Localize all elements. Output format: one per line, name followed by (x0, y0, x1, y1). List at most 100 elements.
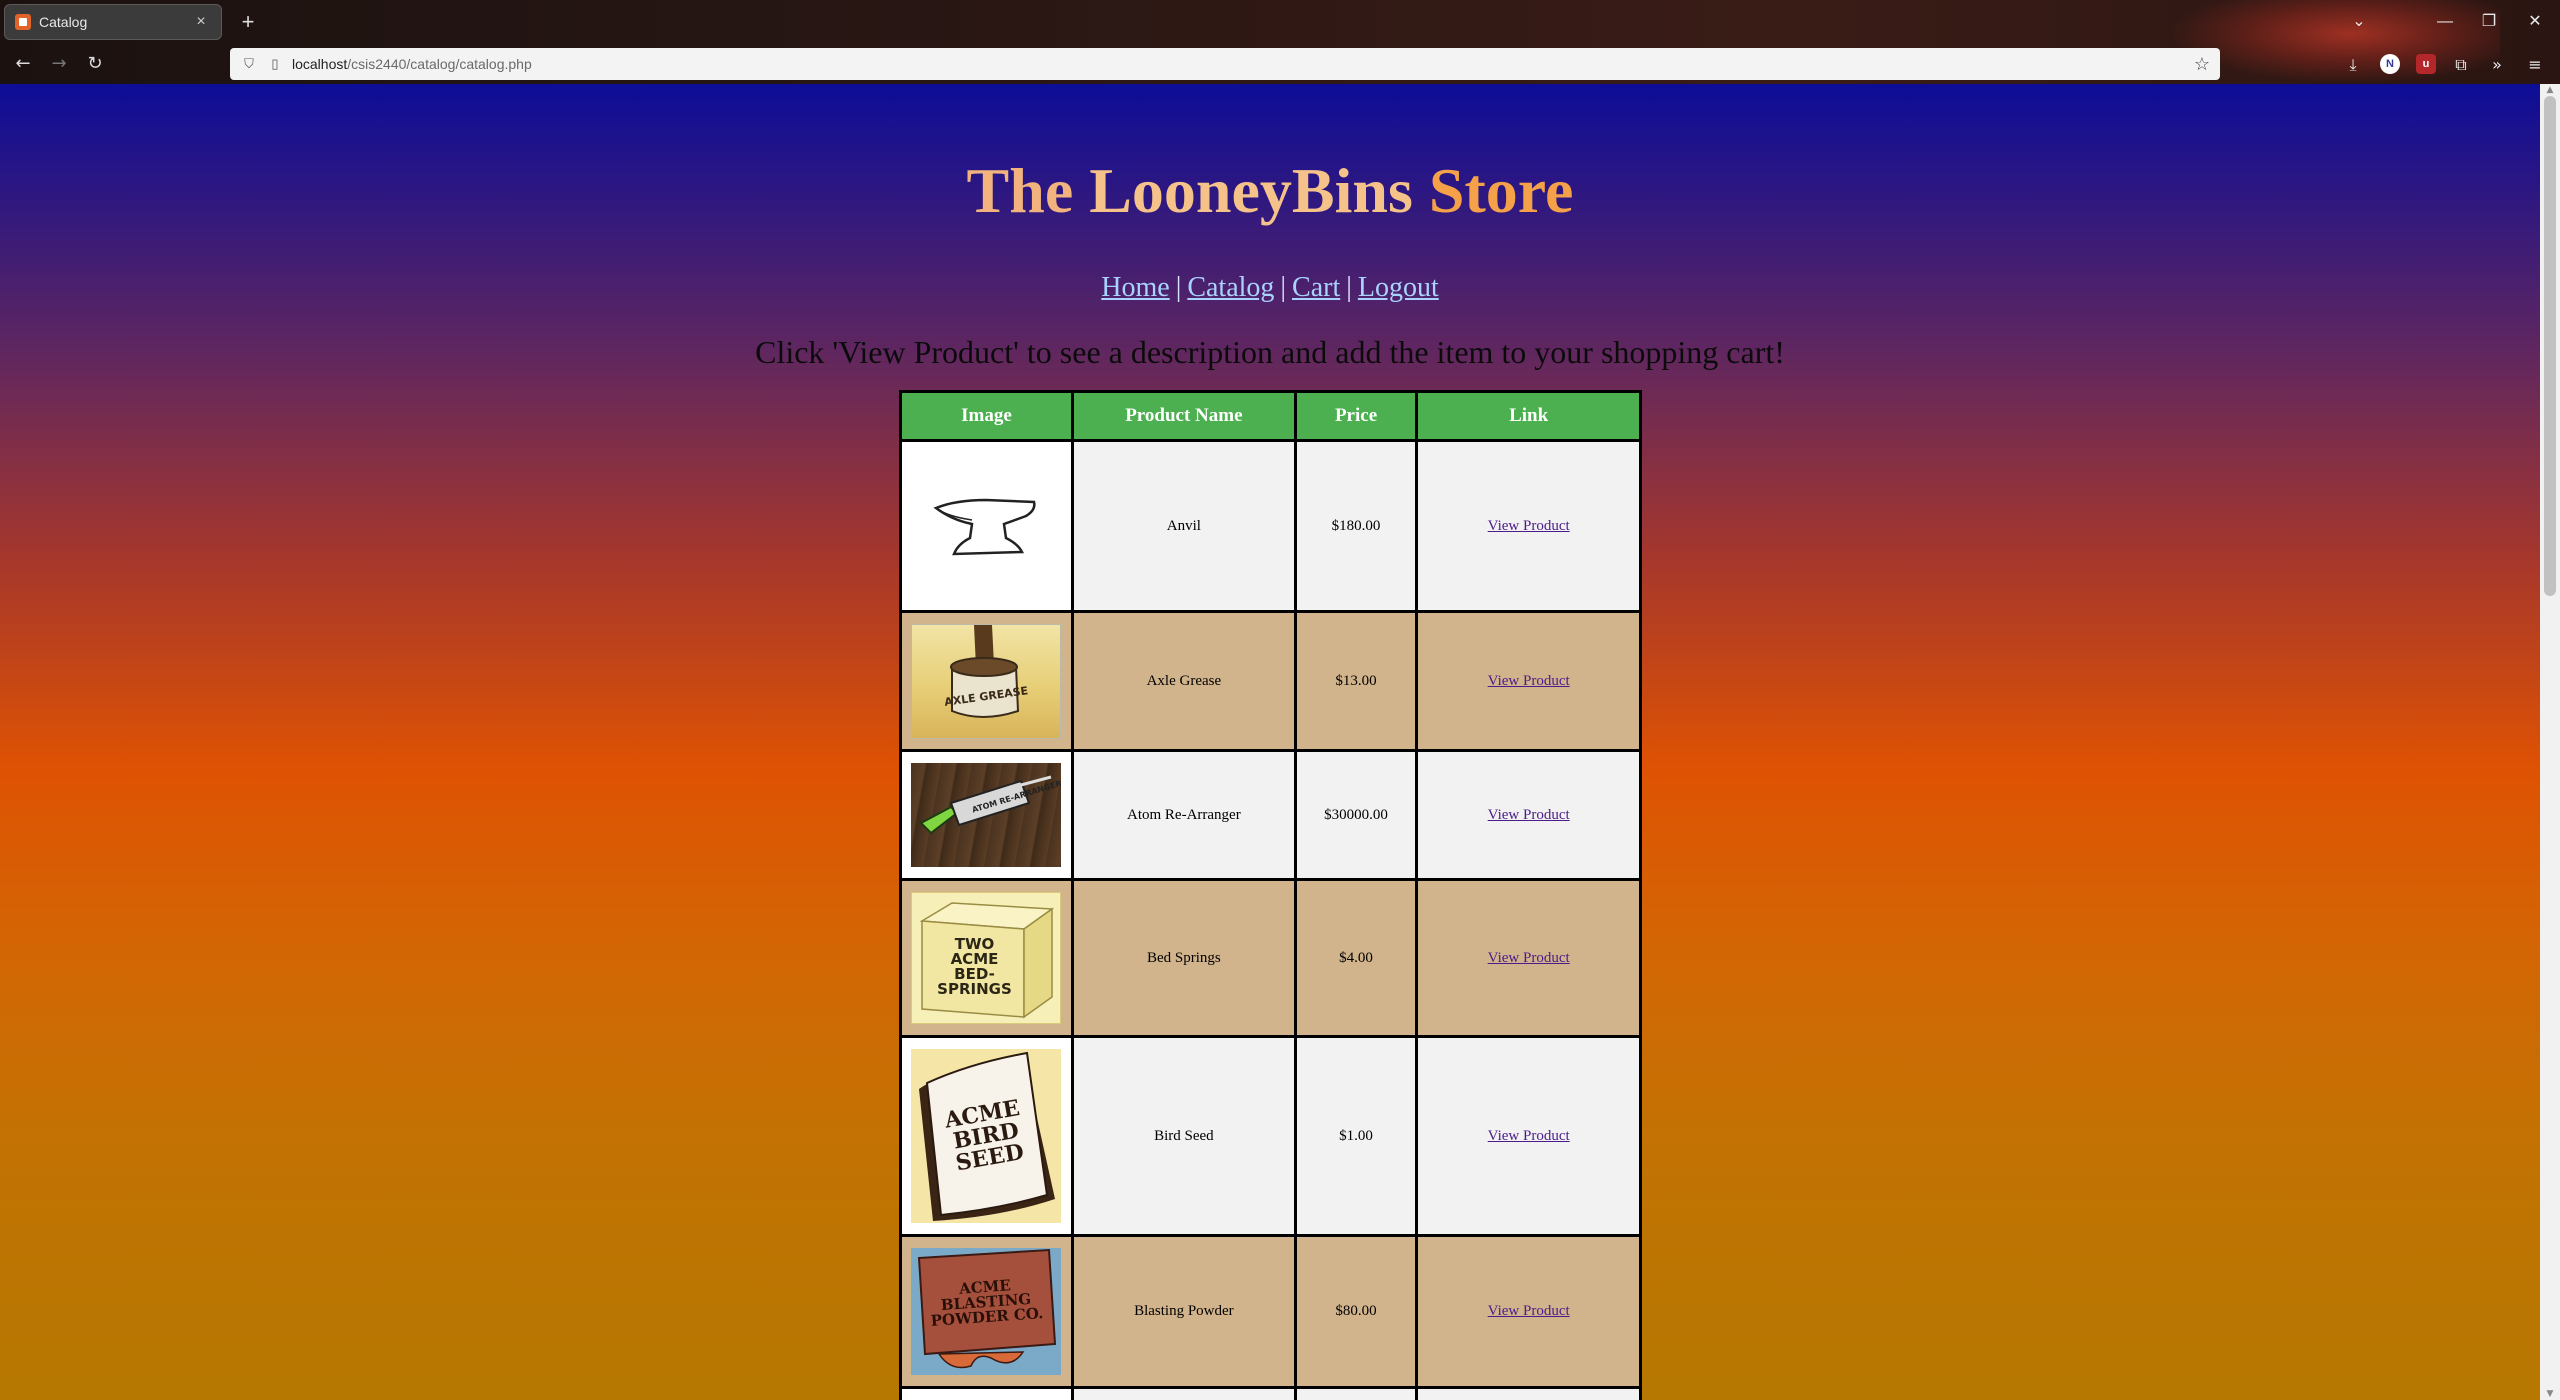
product-price: $30000.00 (1293, 749, 1419, 881)
new-tab-button[interactable]: + (234, 8, 262, 36)
header-image: Image (899, 390, 1074, 442)
atom-rearranger-image: ATOM RE-ARRANGER (911, 763, 1062, 867)
product-name: Anvil (1070, 439, 1297, 613)
scroll-up-arrow-icon[interactable]: ▲ (2540, 84, 2560, 96)
view-product-cell: View Product (1415, 878, 1642, 1038)
scroll-down-arrow-icon[interactable]: ▼ (2540, 1388, 2560, 1400)
view-product-link[interactable]: View Product (1488, 1128, 1570, 1144)
list-tabs-button[interactable]: ⌄ (2344, 8, 2374, 36)
product-price: $4.00 (1293, 878, 1419, 1038)
table-header-row: Image Product Name Price Link (899, 390, 1642, 442)
blasting-powder-label: ACME BLASTING POWDER CO. (930, 1276, 1045, 1330)
forward-arrow-icon[interactable]: → (44, 50, 74, 78)
tab-strip: Catalog × + ⌄ — ❐ ✕ (0, 0, 2560, 44)
restore-button[interactable]: ❐ (2474, 8, 2504, 36)
page-viewport: The LooneyBins Store Home | Catalog | Cart | L… (0, 84, 2540, 1400)
view-product-cell: View Product (1415, 1234, 1642, 1389)
table-row: AXLE GREASE Axle Grease $13.00 View Prod… (899, 610, 1642, 752)
anvil-icon (911, 451, 1062, 601)
close-tab-icon[interactable]: × (191, 13, 211, 31)
table-row: ACME BIRD SEED Bird Seed $1.00 View Prod… (899, 1035, 1642, 1237)
shield-icon[interactable]: ⛉ (240, 56, 258, 72)
product-image-cell: ACME BLASTING POWDER CO. (899, 1234, 1074, 1389)
header-product-name: Product Name (1070, 390, 1297, 442)
nav-separator: | (1280, 272, 1287, 303)
bookmark-star-icon[interactable]: ☆ (2194, 54, 2210, 75)
product-name: Bird Seed (1070, 1035, 1297, 1237)
tab-title: Catalog (39, 14, 88, 30)
product-image-cell (899, 1386, 1074, 1400)
extension-n-icon[interactable]: N (2380, 54, 2400, 74)
nav-separator: | (1175, 272, 1182, 303)
axle-grease-image: AXLE GREASE (911, 623, 1062, 739)
reload-icon[interactable]: ↻ (80, 50, 110, 78)
product-image-cell: AXLE GREASE (899, 610, 1074, 752)
view-product-link[interactable]: View Product (1488, 518, 1570, 534)
view-product-cell: View Product (1415, 749, 1642, 881)
site-nav: Home | Catalog | Cart | Logout (0, 272, 2540, 304)
view-product-link[interactable]: View Product (1488, 1303, 1570, 1319)
view-product-cell: View Product (1415, 610, 1642, 752)
nav-link-home[interactable]: Home (1101, 272, 1169, 303)
product-image-cell (899, 439, 1074, 613)
extensions-puzzle-icon[interactable]: ⧉ (2448, 52, 2474, 78)
product-name: Atom Re-Arranger (1070, 749, 1297, 881)
catalog-instructions: Click 'View Product' to see a descriptio… (755, 334, 1785, 370)
view-product-link[interactable]: View Product (1488, 673, 1570, 689)
title-word-store: Store (1428, 155, 1574, 226)
product-price (1293, 1386, 1419, 1400)
product-price: $1.00 (1293, 1035, 1419, 1237)
menu-hamburger-icon[interactable]: ≡ (2522, 52, 2548, 78)
ublock-icon[interactable]: u (2416, 54, 2436, 74)
product-name (1070, 1386, 1297, 1400)
address-bar[interactable]: ⛉ ▯ localhost/csis2440/catalog/catalog.p… (230, 48, 2220, 80)
title-word-the: The (966, 155, 1074, 226)
table-row (899, 1386, 1642, 1400)
product-image-cell: TWO ACME BED-SPRINGS (899, 878, 1074, 1038)
minimize-button[interactable]: — (2430, 8, 2460, 36)
view-product-cell: View Product (1415, 1035, 1642, 1237)
bird-seed-image: ACME BIRD SEED (911, 1049, 1062, 1223)
download-icon[interactable]: ⤓ (2340, 52, 2366, 78)
tab-catalog[interactable]: Catalog × (4, 4, 222, 40)
product-image-cell: ATOM RE-ARRANGER (899, 749, 1074, 881)
nav-link-catalog[interactable]: Catalog (1187, 272, 1274, 303)
blasting-powder-image: ACME BLASTING POWDER CO. (911, 1248, 1062, 1375)
catalog-table: Image Product Name Price Link Anvil $180… (899, 390, 1642, 1400)
browser-chrome: Catalog × + ⌄ — ❐ ✕ ← → ↻ ⛉ ▯ localhost /… (0, 0, 2560, 84)
product-name: Bed Springs (1070, 878, 1297, 1038)
product-image-cell: ACME BIRD SEED (899, 1035, 1074, 1237)
product-price: $180.00 (1293, 439, 1419, 613)
site-title: The LooneyBins Store (0, 154, 2540, 228)
nav-link-logout[interactable]: Logout (1358, 272, 1439, 303)
url-path: /csis2440/catalog/catalog.php (347, 56, 532, 72)
view-product-link[interactable]: View Product (1488, 807, 1570, 823)
bed-springs-label: TWO ACME BED-SPRINGS (937, 935, 1012, 998)
product-price: $80.00 (1293, 1234, 1419, 1389)
view-product-cell (1415, 1386, 1642, 1400)
nav-link-cart[interactable]: Cart (1292, 272, 1340, 303)
table-row: ATOM RE-ARRANGER Atom Re-Arranger $30000… (899, 749, 1642, 881)
scrollbar-thumb[interactable] (2544, 96, 2556, 596)
view-product-link[interactable]: View Product (1488, 950, 1570, 966)
close-window-button[interactable]: ✕ (2520, 8, 2550, 36)
back-arrow-icon[interactable]: ← (8, 50, 38, 78)
table-row: Anvil $180.00 View Product (899, 439, 1642, 613)
page-icon[interactable]: ▯ (266, 56, 284, 72)
view-product-cell: View Product (1415, 439, 1642, 613)
table-row: TWO ACME BED-SPRINGS Bed Springs $4.00 V… (899, 878, 1642, 1038)
product-name: Axle Grease (1070, 610, 1297, 752)
title-word-looneybins: LooneyBins (1089, 155, 1413, 226)
table-row: ACME BLASTING POWDER CO. Blasting Powder… (899, 1234, 1642, 1389)
url-host: localhost (292, 56, 348, 72)
nav-separator: | (1346, 272, 1352, 303)
favicon-icon (15, 14, 31, 30)
product-price: $13.00 (1293, 610, 1419, 752)
header-link: Link (1415, 390, 1642, 442)
product-name: Blasting Powder (1070, 1234, 1297, 1389)
header-price: Price (1293, 390, 1419, 442)
bed-springs-image: TWO ACME BED-SPRINGS (911, 892, 1062, 1024)
vertical-scrollbar[interactable]: ▲ ▼ (2540, 84, 2560, 1400)
overflow-chevron-icon[interactable]: » (2484, 52, 2510, 78)
navigation-toolbar: ← → ↻ ⛉ ▯ localhost/csis2440/catalog/cat… (0, 44, 2560, 84)
